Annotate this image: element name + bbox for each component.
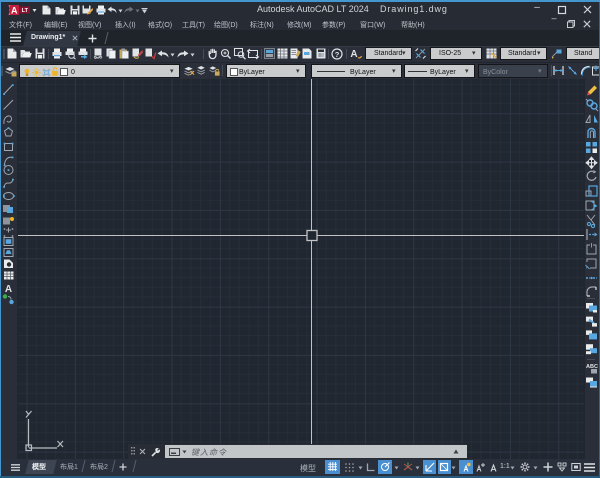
svg-text:A: A bbox=[11, 5, 18, 15]
svg-text:A: A bbox=[350, 49, 357, 60]
svg-text:LT: LT bbox=[22, 8, 29, 14]
svg-text:?: ? bbox=[335, 50, 340, 59]
svg-text:A: A bbox=[5, 284, 12, 295]
